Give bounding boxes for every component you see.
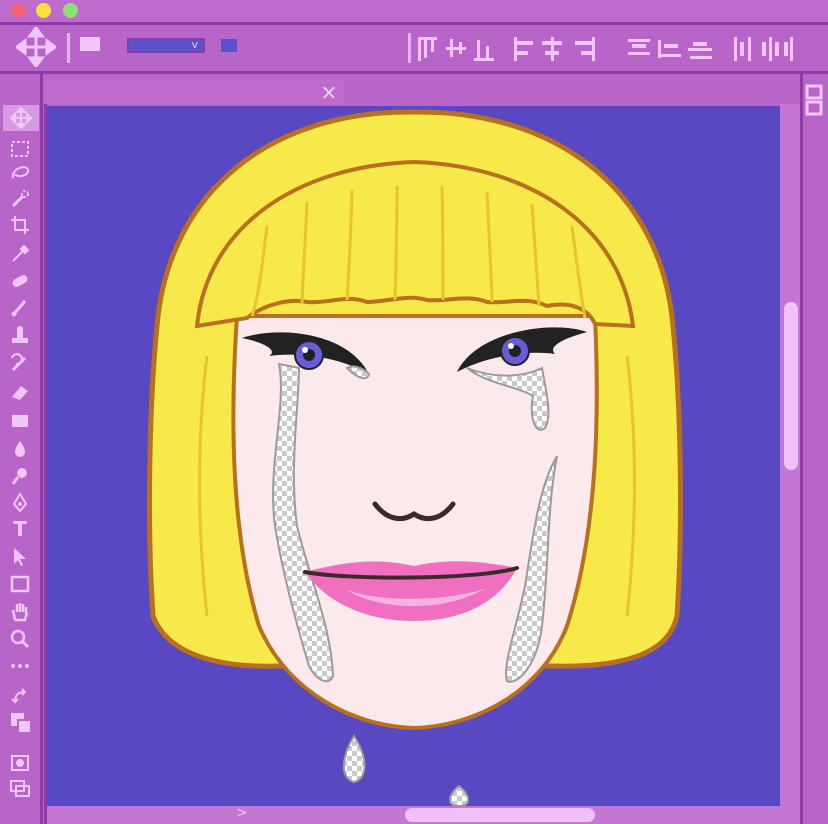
distribute-horizontal-centers-icon[interactable] (762, 37, 779, 61)
canvas-artwork[interactable] (47, 106, 780, 806)
healing-brush-tool-icon[interactable] (6, 270, 34, 292)
type-tool-icon[interactable]: T (6, 517, 34, 541)
quick-select-tool-icon[interactable] (6, 188, 34, 210)
screen-mode-icon[interactable] (6, 778, 34, 800)
horizontal-scroll-thumb[interactable] (405, 808, 595, 822)
brush-tool-icon[interactable] (6, 296, 34, 318)
align-top-edges-icon[interactable] (418, 37, 437, 61)
pen-tool-icon[interactable] (6, 492, 34, 514)
move-arrows-icon[interactable] (16, 27, 56, 67)
scroll-right-arrow-icon[interactable]: > (236, 805, 248, 821)
title-bar (0, 0, 828, 22)
swap-colors-icon[interactable] (6, 686, 34, 708)
clone-stamp-tool-icon[interactable] (6, 324, 34, 346)
distribute-left-icon[interactable] (734, 37, 751, 61)
document-tab[interactable] (44, 80, 344, 104)
maximize-window-button[interactable] (63, 3, 78, 18)
layer-select-dropdown[interactable]: v (127, 38, 205, 53)
distribute-vertical-centers-icon[interactable] (658, 40, 681, 58)
transform-controls-checkbox[interactable] (221, 39, 237, 52)
align-right-edges-icon[interactable] (575, 37, 595, 61)
right-panel (800, 74, 828, 824)
blur-tool-icon[interactable] (6, 438, 34, 460)
quick-mask-icon[interactable] (6, 752, 34, 774)
color-swatches-icon[interactable] (6, 708, 36, 738)
distribute-bottom-icon[interactable] (688, 42, 712, 59)
more-tools-icon[interactable] (6, 655, 34, 677)
artwork-portrait (147, 109, 683, 806)
close-window-button[interactable] (11, 3, 26, 18)
panel-toggle-icon[interactable] (805, 84, 823, 118)
crop-tool-icon[interactable] (6, 214, 34, 236)
move-tool-icon[interactable] (3, 105, 39, 131)
dropdown-caret-icon: v (191, 38, 198, 51)
align-bottom-edges-icon[interactable] (474, 40, 494, 61)
align-horizontal-centers-icon[interactable] (542, 37, 562, 61)
options-divider (67, 33, 70, 63)
align-buttons-group (418, 37, 793, 61)
path-select-tool-icon[interactable] (6, 546, 34, 568)
type-tool-glyph: T (13, 517, 27, 541)
eraser-tool-icon[interactable] (6, 381, 34, 403)
hand-tool-icon[interactable] (6, 600, 34, 622)
close-tab-button[interactable]: × (318, 81, 340, 103)
rectangle-tool-icon[interactable] (6, 573, 34, 595)
align-left-edges-icon[interactable] (514, 37, 533, 61)
minimize-window-button[interactable] (36, 3, 51, 18)
gradient-tool-icon[interactable] (6, 410, 34, 432)
auto-select-checkbox[interactable] (80, 37, 100, 51)
align-vertical-centers-icon[interactable] (446, 39, 466, 57)
distribute-right-icon[interactable] (784, 37, 793, 61)
options-divider (408, 33, 411, 63)
distribute-top-icon[interactable] (628, 39, 650, 55)
dodge-tool-icon[interactable] (6, 465, 34, 487)
vertical-scroll-thumb[interactable] (784, 302, 798, 470)
lasso-tool-icon[interactable] (6, 162, 34, 184)
zoom-tool-icon[interactable] (6, 628, 34, 650)
history-brush-tool-icon[interactable] (6, 352, 34, 374)
eyedropper-tool-icon[interactable] (6, 243, 34, 265)
marquee-tool-icon[interactable] (6, 138, 34, 160)
